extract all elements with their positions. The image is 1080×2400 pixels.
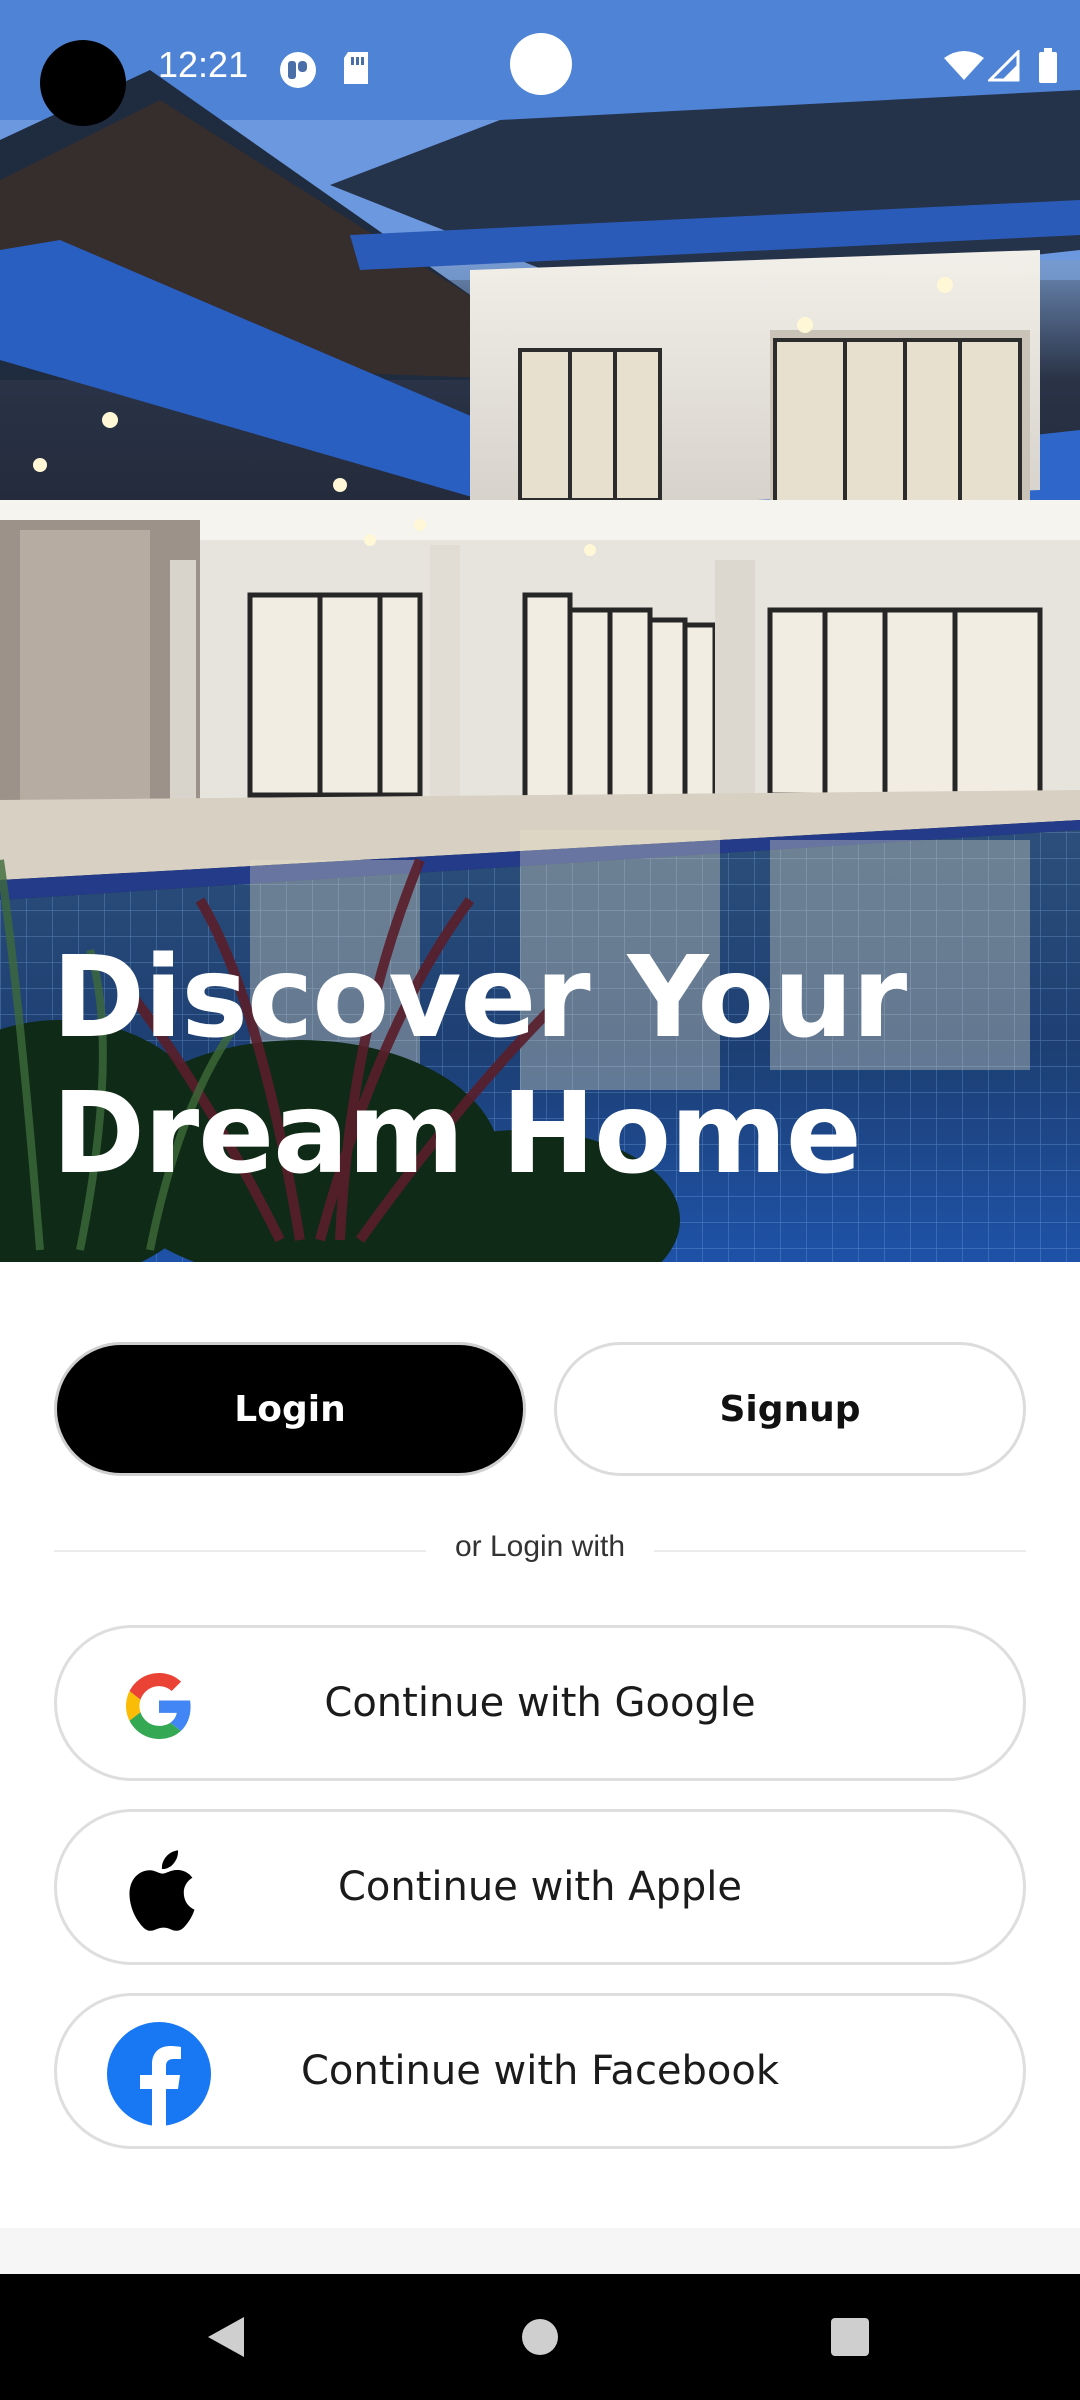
google-login-button[interactable]: Continue with Google <box>54 1625 1026 1781</box>
wifi-icon <box>944 50 984 87</box>
divider-right <box>654 1550 1026 1552</box>
facebook-login-button[interactable]: Continue with Facebook <box>54 1993 1026 2149</box>
signup-button[interactable]: Signup <box>554 1342 1026 1476</box>
hero-image: Discover Your Dream Home <box>0 0 1080 1262</box>
hero-title-line1: Discover Your <box>52 933 907 1063</box>
status-time: 12:21 <box>158 44 249 85</box>
divider-left <box>54 1550 426 1552</box>
status-bar: 12:21 <box>0 0 1080 134</box>
facebook-login-label: Continue with Facebook <box>300 2048 780 2094</box>
cell-signal-icon <box>986 48 1020 87</box>
sd-card-icon <box>340 50 372 93</box>
system-nav-bar <box>0 2274 1080 2400</box>
back-icon[interactable] <box>166 2274 286 2400</box>
recents-icon[interactable] <box>790 2274 910 2400</box>
front-camera <box>510 33 572 95</box>
bottom-strip <box>0 2228 1080 2274</box>
hero-title-line2: Dream Home <box>52 1069 862 1199</box>
hero-title: Discover Your Dream Home <box>52 930 1012 1202</box>
google-login-label: Continue with Google <box>324 1680 756 1726</box>
apple-login-button[interactable]: Continue with Apple <box>54 1809 1026 1965</box>
notification-app-icon <box>278 50 318 95</box>
camera-cutout <box>40 40 126 126</box>
battery-icon <box>1038 48 1058 89</box>
login-button[interactable]: Login <box>54 1342 526 1476</box>
divider-text: or Login with <box>454 1530 626 1563</box>
apple-login-label: Continue with Apple <box>337 1864 743 1910</box>
home-icon[interactable] <box>480 2274 600 2400</box>
